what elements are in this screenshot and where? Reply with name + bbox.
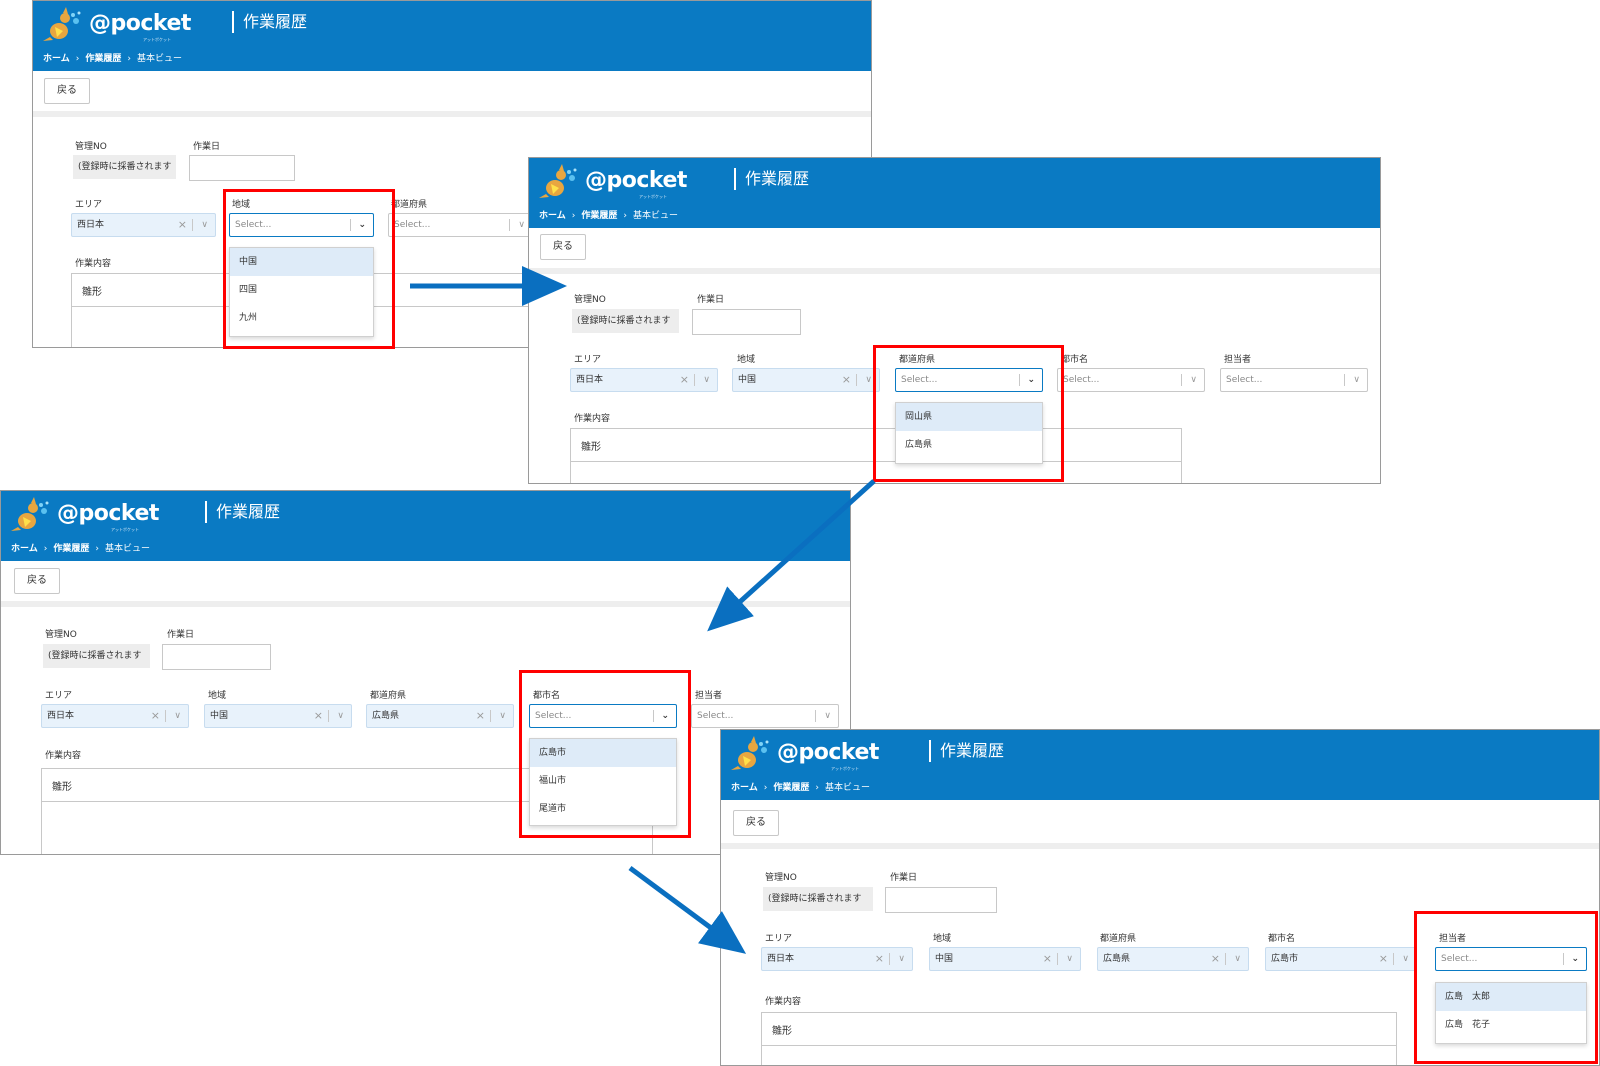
arrow-step2-to-step3	[707, 479, 876, 632]
arrow-step3-to-step4	[628, 865, 747, 954]
flow-arrows	[410, 266, 876, 954]
